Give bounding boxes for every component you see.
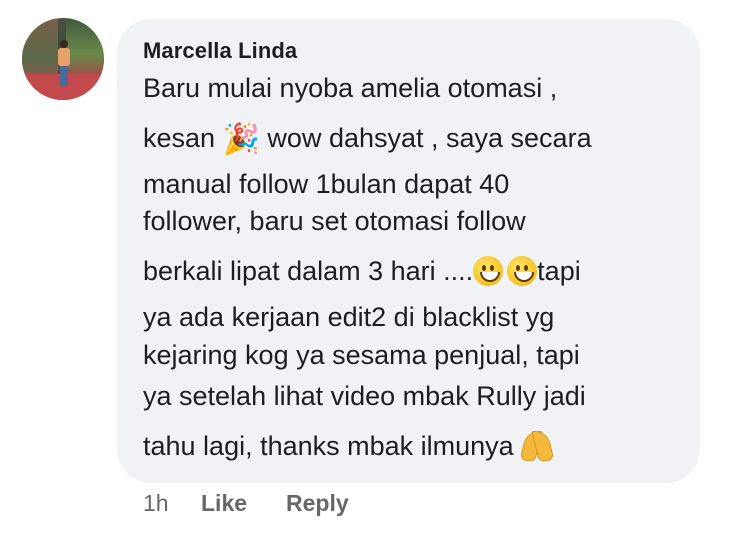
comment-line-9: tahu lagi, thanks mbak ilmunya: [143, 429, 555, 462]
comment-text: ya ada kerjaan edit2 di blacklist yg: [143, 302, 555, 332]
comment-line-2: kesan 🎉 wow dahsyat , saya secara: [143, 122, 592, 156]
comment-line-3: manual follow 1bulan dapat 40: [143, 168, 509, 200]
avatar-person-body: [58, 48, 70, 66]
comment-text: kejaring kog ya sesama penjual, tapi: [143, 340, 580, 370]
comment-view: Marcella Linda Baru mulai nyoba amelia o…: [0, 0, 750, 537]
reply-button[interactable]: Reply: [286, 490, 349, 517]
comment-text: manual follow 1bulan dapat 40: [143, 169, 510, 199]
avatar-person-legs: [60, 66, 68, 86]
grinning-face-icon: [507, 255, 538, 286]
grinning-face-icon: [473, 255, 504, 286]
comment-line-4: follower, baru set otomasi follow: [143, 205, 526, 237]
comment-text: berkali lipat dalam 3 hari ....: [143, 256, 474, 286]
folded-hands-icon: [519, 429, 555, 461]
avatar-background-right: [66, 18, 104, 78]
comment-line-8: ya setelah lihat video mbak Rully jadi: [143, 380, 586, 412]
comment-line-6: ya ada kerjaan edit2 di blacklist yg: [143, 301, 554, 333]
comment-text: kesan: [143, 123, 223, 153]
party-popper-icon: 🎉: [222, 121, 260, 157]
smile-mouth: [514, 271, 535, 282]
comment-line-5: berkali lipat dalam 3 hari .... tapi: [143, 255, 581, 287]
comment-line-7: kejaring kog ya sesama penjual, tapi: [143, 339, 580, 371]
smile-mouth: [480, 271, 501, 282]
comment-line-1: Baru mulai nyoba amelia otomasi ,: [143, 72, 557, 104]
avatar[interactable]: [22, 18, 104, 100]
comment-timestamp[interactable]: 1h: [143, 490, 169, 517]
comment-text: follower, baru set otomasi follow: [143, 206, 526, 236]
comment-text: ya setelah lihat video mbak Rully jadi: [143, 381, 586, 411]
comment-text: Baru mulai nyoba amelia otomasi ,: [143, 73, 558, 103]
comment-text: tapi: [537, 256, 581, 286]
like-button[interactable]: Like: [201, 490, 247, 517]
avatar-person-head: [60, 40, 68, 48]
comment-text: tahu lagi, thanks mbak ilmunya: [143, 431, 522, 461]
comment-author[interactable]: Marcella Linda: [143, 38, 297, 64]
comment-text: wow dahsyat , saya secara: [259, 123, 592, 153]
